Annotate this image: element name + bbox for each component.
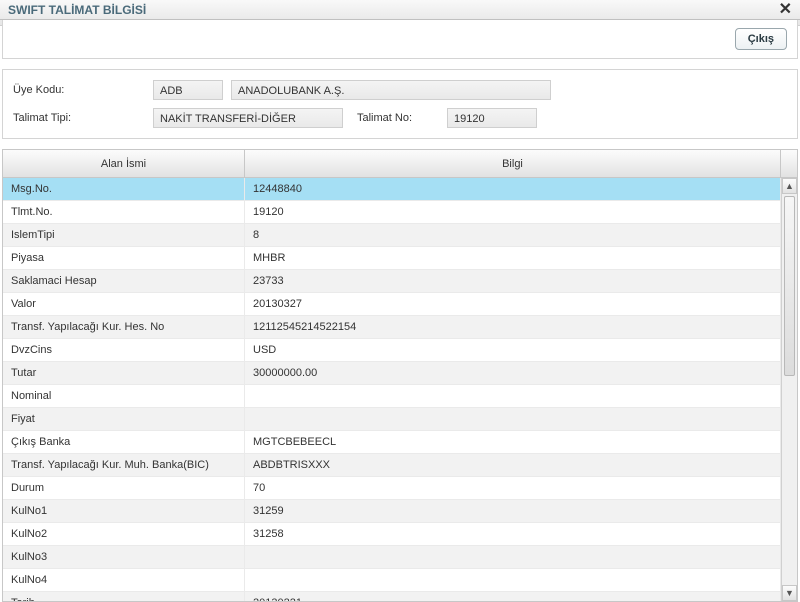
- info-panel: Üye Kodu: ADB ANADOLUBANK A.Ş. Talimat T…: [2, 69, 798, 139]
- cell-field-value: 12112545214522154: [245, 316, 781, 338]
- col-header-value[interactable]: Bilgi: [245, 150, 781, 177]
- scroll-thumb[interactable]: [784, 196, 795, 376]
- cell-field-name: Msg.No.: [3, 178, 245, 200]
- scroll-down-icon[interactable]: ▼: [782, 585, 797, 601]
- cell-field-name: Transf. Yapılacağı Kur. Hes. No: [3, 316, 245, 338]
- table-row[interactable]: Saklamaci Hesap23733: [3, 270, 781, 293]
- table-row[interactable]: Valor20130327: [3, 293, 781, 316]
- cell-field-name: Nominal: [3, 385, 245, 407]
- cell-field-name: Fiyat: [3, 408, 245, 430]
- cell-field-name: Tutar: [3, 362, 245, 384]
- cell-field-name: Tlmt.No.: [3, 201, 245, 223]
- table-row[interactable]: DvzCinsUSD: [3, 339, 781, 362]
- cell-field-name: KulNo3: [3, 546, 245, 568]
- uye-kodu-label: Üye Kodu:: [13, 84, 153, 96]
- grid-body: Msg.No.12448840Tlmt.No.19120IslemTipi8Pi…: [3, 178, 781, 601]
- cell-field-value: 30000000.00: [245, 362, 781, 384]
- cell-field-name: IslemTipi: [3, 224, 245, 246]
- cell-field-value: [245, 408, 781, 430]
- cell-field-value: 19120: [245, 201, 781, 223]
- col-header-name[interactable]: Alan İsmi: [3, 150, 245, 177]
- cell-field-value: [245, 546, 781, 568]
- table-row[interactable]: Nominal: [3, 385, 781, 408]
- cell-field-name: Piyasa: [3, 247, 245, 269]
- table-row[interactable]: KulNo3: [3, 546, 781, 569]
- cell-field-value: 8: [245, 224, 781, 246]
- table-row[interactable]: KulNo4: [3, 569, 781, 592]
- table-row[interactable]: IslemTipi8: [3, 224, 781, 247]
- talimat-tipi-label: Talimat Tipi:: [13, 112, 153, 124]
- cell-field-value: MGTCBEBEECL: [245, 431, 781, 453]
- vertical-scrollbar[interactable]: ▲ ▼: [781, 178, 797, 601]
- cell-field-name: Tarih: [3, 592, 245, 601]
- table-row[interactable]: Çıkış BankaMGTCBEBEECL: [3, 431, 781, 454]
- uye-kodu-name-field: ANADOLUBANK A.Ş.: [231, 80, 551, 100]
- table-row[interactable]: KulNo131259: [3, 500, 781, 523]
- table-row[interactable]: Durum70: [3, 477, 781, 500]
- cell-field-value: 20130221: [245, 592, 781, 601]
- cell-field-value: 31258: [245, 523, 781, 545]
- cell-field-value: [245, 385, 781, 407]
- table-row[interactable]: KulNo231258: [3, 523, 781, 546]
- modal-window: SWIFT TALİMAT BİLGİSİ ✕ Çıkış Üye Kodu: …: [0, 0, 800, 602]
- uye-kodu-code-field: ADB: [153, 80, 223, 100]
- cell-field-value: 70: [245, 477, 781, 499]
- window-title: SWIFT TALİMAT BİLGİSİ: [8, 3, 146, 17]
- talimat-tipi-field: NAKİT TRANSFERİ-DİĞER: [153, 108, 343, 128]
- cell-field-name: Çıkış Banka: [3, 431, 245, 453]
- title-bar: SWIFT TALİMAT BİLGİSİ ✕: [0, 0, 800, 20]
- cell-field-value: 31259: [245, 500, 781, 522]
- info-row-talimat: Talimat Tipi: NAKİT TRANSFERİ-DİĞER Tali…: [13, 108, 787, 128]
- cell-field-value: USD: [245, 339, 781, 361]
- cell-field-name: Transf. Yapılacağı Kur. Muh. Banka(BIC): [3, 454, 245, 476]
- cell-field-value: 20130327: [245, 293, 781, 315]
- cell-field-name: KulNo2: [3, 523, 245, 545]
- cell-field-name: DvzCins: [3, 339, 245, 361]
- grid-header: Alan İsmi Bilgi: [3, 150, 797, 178]
- table-row[interactable]: Tutar30000000.00: [3, 362, 781, 385]
- cell-field-name: KulNo4: [3, 569, 245, 591]
- talimat-no-label: Talimat No:: [357, 112, 447, 124]
- data-grid: Alan İsmi Bilgi Msg.No.12448840Tlmt.No.1…: [2, 149, 798, 602]
- cell-field-name: Valor: [3, 293, 245, 315]
- cell-field-name: Durum: [3, 477, 245, 499]
- cell-field-value: MHBR: [245, 247, 781, 269]
- cell-field-name: KulNo1: [3, 500, 245, 522]
- table-row[interactable]: Transf. Yapılacağı Kur. Muh. Banka(BIC)A…: [3, 454, 781, 477]
- table-row[interactable]: Tlmt.No.19120: [3, 201, 781, 224]
- cell-field-value: ABDBTRISXXX: [245, 454, 781, 476]
- scroll-up-icon[interactable]: ▲: [782, 178, 797, 194]
- table-row[interactable]: Msg.No.12448840: [3, 178, 781, 201]
- cell-field-name: Saklamaci Hesap: [3, 270, 245, 292]
- close-icon[interactable]: ✕: [775, 2, 796, 18]
- exit-button[interactable]: Çıkış: [735, 28, 787, 50]
- cell-field-value: 12448840: [245, 178, 781, 200]
- table-row[interactable]: PiyasaMHBR: [3, 247, 781, 270]
- cell-field-value: [245, 569, 781, 591]
- table-row[interactable]: Transf. Yapılacağı Kur. Hes. No121125452…: [3, 316, 781, 339]
- table-row[interactable]: Fiyat: [3, 408, 781, 431]
- table-row[interactable]: Tarih20130221: [3, 592, 781, 601]
- toolbar: Çıkış: [2, 20, 798, 59]
- talimat-no-field: 19120: [447, 108, 537, 128]
- cell-field-value: 23733: [245, 270, 781, 292]
- info-row-uye-kodu: Üye Kodu: ADB ANADOLUBANK A.Ş.: [13, 80, 787, 100]
